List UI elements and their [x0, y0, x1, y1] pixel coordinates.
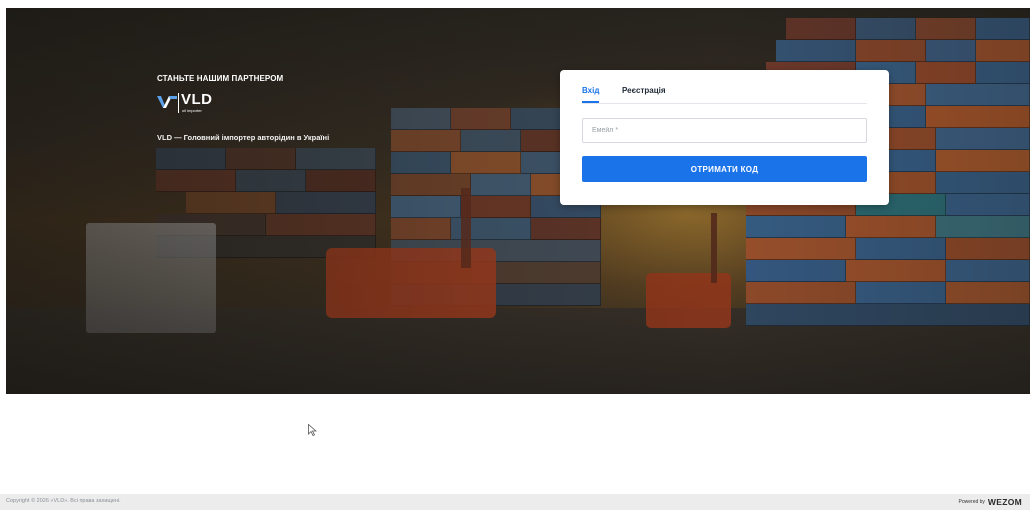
- tab-login[interactable]: Вхід: [582, 86, 600, 103]
- logo-separator: [178, 93, 179, 113]
- tab-register[interactable]: Реєстрація: [622, 86, 666, 95]
- get-code-button[interactable]: ОТРИМАТИ КОД: [582, 156, 867, 182]
- brand-description: VLD — Головний імпортер авторідин в Укра…: [157, 133, 330, 142]
- copyright-text: Copyright © 2026 «VLD». Всі права захище…: [6, 498, 121, 504]
- mouse-pointer-icon: [308, 424, 317, 436]
- powered-by-label: Powered by: [958, 499, 985, 505]
- email-field[interactable]: [582, 118, 867, 143]
- page: СТАНЬТЕ НАШИМ ПАРТНЕРОМ VLD oil importer…: [0, 0, 1030, 510]
- page-footer: Copyright © 2026 «VLD». Всі права захище…: [0, 494, 1030, 510]
- auth-tabs: Вхід Реєстрація: [582, 86, 867, 104]
- logo-name: VLD: [181, 91, 213, 108]
- wezom-logo: WEZOM: [987, 497, 1022, 507]
- vld-logo[interactable]: VLD oil importer: [157, 91, 227, 117]
- vld-logo-icon: [157, 96, 177, 108]
- partner-tagline: СТАНЬТЕ НАШИМ ПАРТНЕРОМ: [157, 74, 284, 83]
- logo-subtitle: oil importer: [182, 108, 202, 113]
- powered-by[interactable]: Powered by WEZOM: [959, 497, 1022, 507]
- auth-card: Вхід Реєстрація ОТРИМАТИ КОД: [560, 70, 889, 205]
- brand-block: СТАНЬТЕ НАШИМ ПАРТНЕРОМ VLD oil importer…: [157, 74, 329, 142]
